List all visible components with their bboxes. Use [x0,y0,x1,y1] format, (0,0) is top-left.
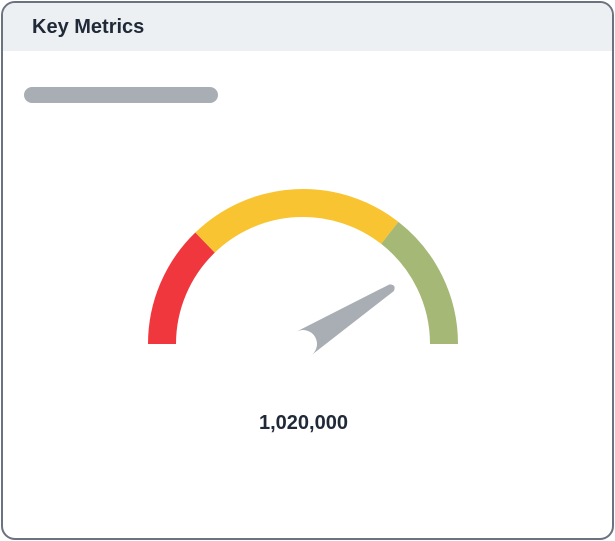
key-metrics-widget: Key Metrics 1,020,000 [1,1,614,540]
gauge-value: 1,020,000 [259,412,348,434]
gauge-band-high [380,221,458,345]
gauge-chart [148,189,458,356]
gauge-needle [295,284,395,356]
gauge-band-mid [195,189,399,253]
gauge-band-low [148,232,216,345]
